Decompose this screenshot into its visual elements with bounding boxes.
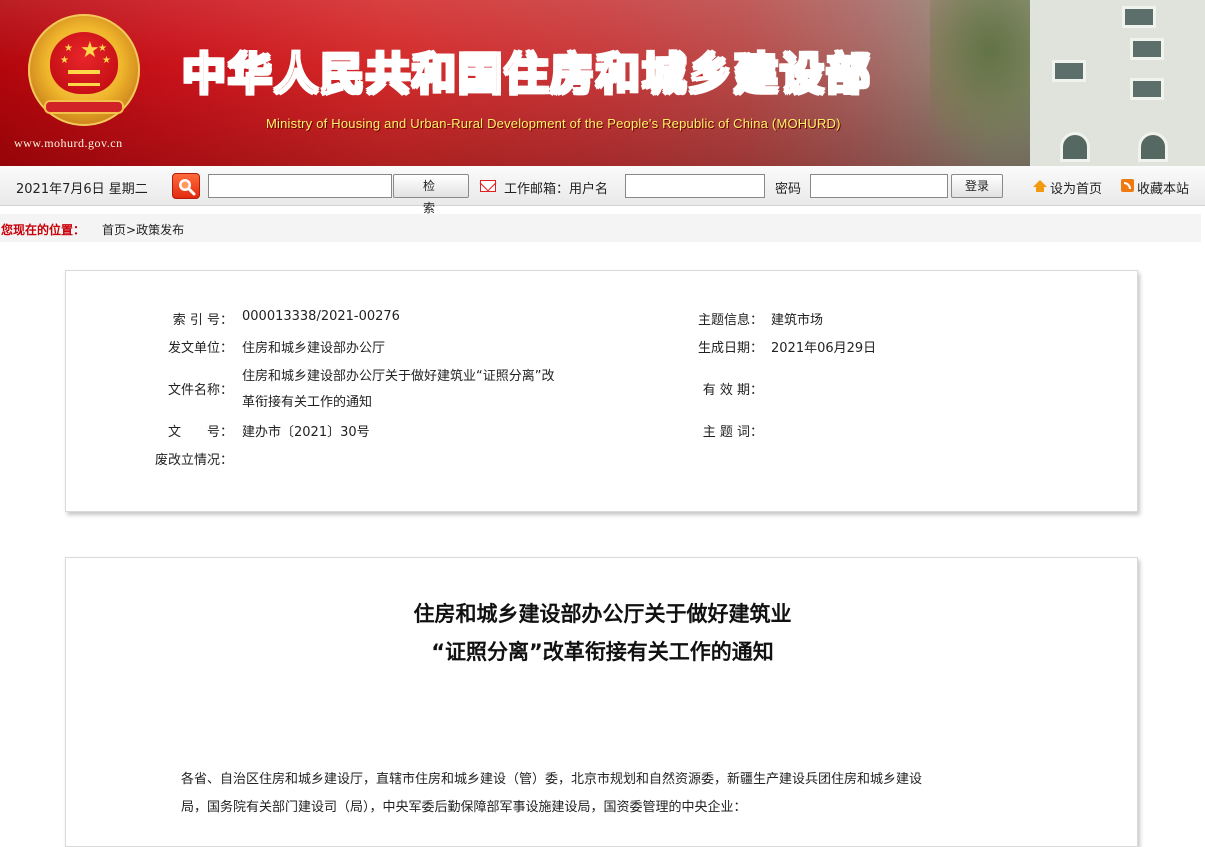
document-body: 各省、自治区住房和城乡建设厅，直辖市住房和城乡建设（管）委，北京市规划和自然资源… (181, 766, 1031, 822)
login-button[interactable]: 登录 (951, 174, 1003, 198)
envelope-icon (480, 180, 496, 192)
emblem-small-star-icon: ★ (64, 43, 73, 54)
search-input[interactable] (208, 174, 392, 198)
bookmark-link[interactable]: 收藏本站 (1137, 178, 1189, 197)
building-window (1122, 6, 1156, 28)
current-date: 2021年7月6日 星期二 (16, 182, 148, 197)
body-line: 局，国务院有关部门建设司（局），中央军委后勤保障部军事设施建设局，国资委管理的中… (181, 800, 747, 815)
emblem-gate (68, 70, 100, 86)
site-subtitle: Ministry of Housing and Urban-Rural Deve… (266, 116, 841, 131)
building-door (1060, 132, 1090, 162)
top-toolbar: 2021年7月6日 星期二 检索 工作邮箱：用户名 密码 登录 设为首页 收藏本… (0, 166, 1205, 215)
national-emblem-icon: ★ ★ ★ ★ ★ (28, 14, 140, 126)
issuer-label: 发文单位： (167, 341, 233, 356)
breadcrumb: 您现在的位置： 首页>政策发布 (0, 214, 1201, 242)
emblem-ribbon (44, 100, 124, 114)
emblem-small-star-icon: ★ (60, 55, 69, 66)
generated-date-value: 2021年06月29日 (771, 341, 877, 356)
password-label: 密码 (775, 182, 802, 197)
docno-value: 建办市〔2021〕30号 (242, 425, 370, 440)
site-title: 中华人民共和国住房和城乡建设部 (181, 48, 872, 101)
keywords-label: 主 题 词： (702, 425, 763, 440)
index-label: 索 引 号： (172, 313, 233, 328)
breadcrumb-label: 您现在的位置： (1, 223, 86, 237)
document-title-line1: 住房和城乡建设部办公厅关于做好建筑业 (413, 602, 792, 626)
search-icon[interactable] (172, 173, 200, 199)
topic-label: 主题信息： (697, 313, 763, 328)
filename-value-line2: 革衔接有关工作的通知 (242, 395, 373, 410)
banner-building-image (1030, 0, 1205, 166)
generated-date-label: 生成日期： (697, 341, 763, 356)
emblem-small-star-icon: ★ (98, 43, 107, 54)
docno-label: 文 号： (167, 425, 233, 440)
building-window (1130, 78, 1164, 100)
filename-value-line1: 住房和城乡建设部办公厅关于做好建筑业“证照分离”改 (242, 369, 555, 384)
emblem-big-star-icon: ★ (80, 38, 100, 63)
home-icon (1033, 180, 1047, 192)
filename-label: 文件名称： (167, 383, 233, 398)
topic-value: 建筑市场 (771, 313, 824, 328)
building-door (1138, 132, 1168, 162)
site-url: www.mohurd.gov.cn (14, 136, 123, 150)
document-metadata-panel: 索 引 号： 000013338/2021-00276 发文单位： 住房和城乡建… (65, 270, 1138, 512)
building-window (1130, 38, 1164, 60)
index-value: 000013338/2021-00276 (242, 309, 400, 324)
body-line: 各省、自治区住房和城乡建设厅，直辖市住房和城乡建设（管）委，北京市规划和自然资源… (181, 772, 923, 787)
set-homepage-link[interactable]: 设为首页 (1050, 178, 1102, 197)
validity-label: 有 效 期： (702, 383, 763, 398)
password-input[interactable] (810, 174, 948, 198)
username-input[interactable] (625, 174, 765, 198)
document-content-panel: 住房和城乡建设部办公厅关于做好建筑业 “证照分离”改革衔接有关工作的通知 各省、… (65, 557, 1138, 847)
breadcrumb-home-link[interactable]: 首页 (102, 223, 126, 237)
status-label: 废改立情况： (154, 453, 233, 468)
breadcrumb-separator: > (126, 223, 137, 237)
breadcrumb-current-link[interactable]: 政策发布 (136, 223, 184, 237)
issuer-value: 住房和城乡建设部办公厅 (242, 341, 386, 356)
site-banner: ★ ★ ★ ★ ★ www.mohurd.gov.cn 中华人民共和国住房和城乡… (0, 0, 1205, 166)
emblem-small-star-icon: ★ (102, 55, 111, 66)
rss-icon (1121, 179, 1134, 192)
emblem-shield: ★ ★ ★ ★ ★ (50, 32, 118, 94)
building-window (1052, 60, 1086, 82)
search-button[interactable]: 检索 (393, 174, 469, 215)
breadcrumb-path: 首页>政策发布 (102, 221, 184, 238)
document-title-line2: “证照分离”改革衔接有关工作的通知 (431, 640, 774, 664)
mail-username-label: 工作邮箱：用户名 (504, 182, 609, 197)
